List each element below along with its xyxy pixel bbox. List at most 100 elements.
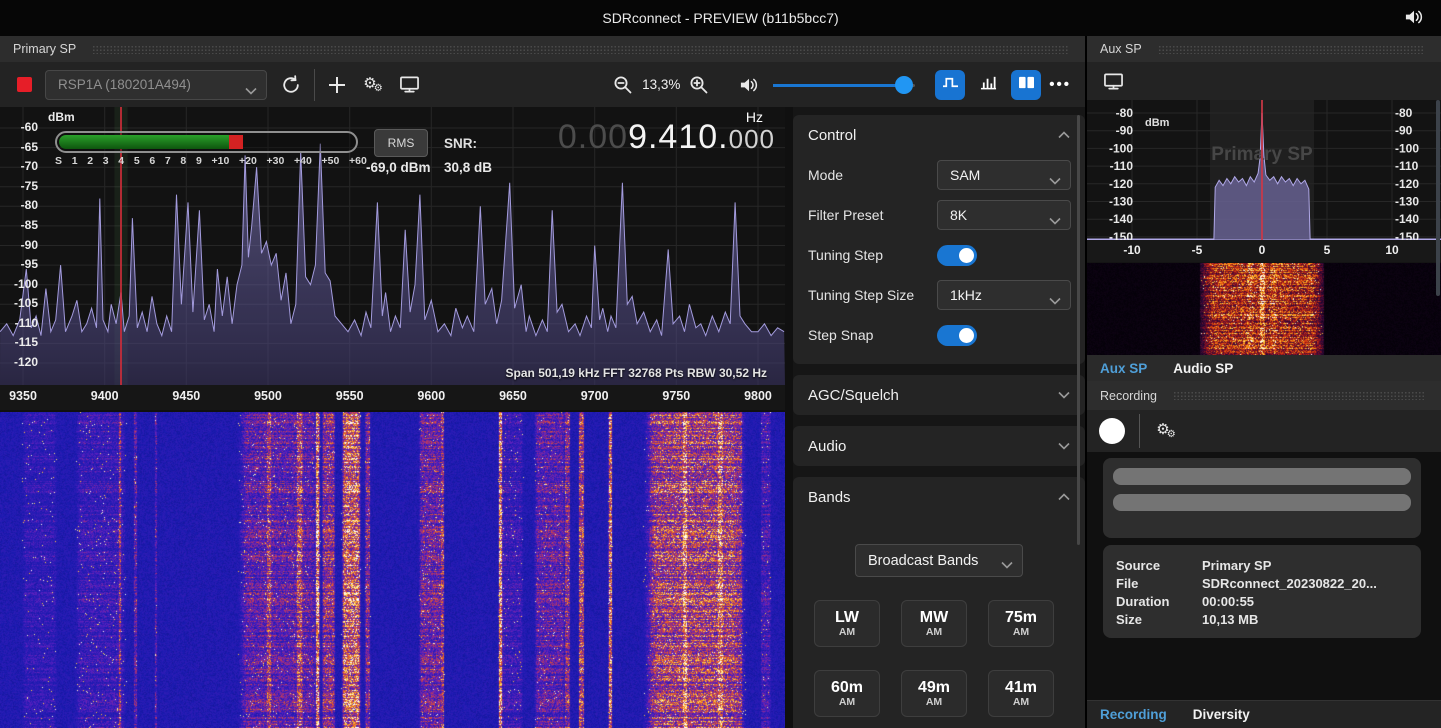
control-row-label: Step Snap xyxy=(808,327,937,343)
svg-text:-80: -80 xyxy=(1116,106,1134,120)
record-button[interactable] xyxy=(1099,418,1125,444)
volume-slider[interactable] xyxy=(773,75,915,95)
audio-header[interactable]: Audio xyxy=(793,426,1085,466)
device-select[interactable]: RSP1A (180201A494) xyxy=(45,70,267,100)
snr-value: 30,8 dB xyxy=(444,160,492,175)
band-button-49m[interactable]: 49mAM xyxy=(901,670,967,717)
detail-value: 10,13 MB xyxy=(1202,612,1258,627)
frequency-tick-label: 9500 xyxy=(254,389,282,403)
volume-thumb[interactable] xyxy=(895,76,913,94)
recording-progress-card xyxy=(1103,458,1421,538)
primary-spectrum-display[interactable]: -60-65-70-75-80-85-90-95-100-105-110-115… xyxy=(0,107,785,385)
db-axis-unit: dBm xyxy=(48,110,75,124)
aux-waterfall[interactable] xyxy=(1087,263,1441,355)
tuning-step-toggle[interactable] xyxy=(937,245,1071,266)
band-button-mw[interactable]: MWAM xyxy=(901,600,967,647)
aux-spectrum-display[interactable]: Primary SP -80-80-90-90-100-100-110-110-… xyxy=(1087,100,1441,240)
band-group-select[interactable]: Broadcast Bands xyxy=(855,544,1023,577)
display-icon[interactable] xyxy=(1099,67,1127,95)
band-name: MW xyxy=(920,609,948,627)
toggle-pill xyxy=(937,325,977,346)
primary-frequency-axis: 9350940094509500955096009650970097509800 xyxy=(0,385,785,410)
band-button-75m[interactable]: 75mAM xyxy=(988,600,1054,647)
s-meter-tick: 9 xyxy=(196,155,202,167)
aux-spectrum-plot[interactable]: -80-80-90-90-100-100-110-110-120-120-130… xyxy=(1087,100,1441,240)
volume-icon[interactable] xyxy=(735,71,763,99)
square-wave-icon xyxy=(941,75,960,95)
aux-bottom-tab-bar: Recording Diversity xyxy=(1087,700,1441,728)
primary-waterfall[interactable] xyxy=(0,412,785,728)
band-button-lw[interactable]: LWAM xyxy=(814,600,880,647)
svg-text:-100: -100 xyxy=(1395,141,1419,155)
s-meter-tick: 7 xyxy=(165,155,171,167)
agc-squelch-header[interactable]: AGC/Squelch xyxy=(793,375,1085,415)
step-mode-button[interactable] xyxy=(935,70,965,100)
s-meter-tick: 1 xyxy=(72,155,78,167)
snr-label: SNR: xyxy=(444,136,477,151)
select-value: 8K xyxy=(950,207,967,223)
band-name: 60m xyxy=(831,679,863,697)
band-name: 49m xyxy=(918,679,950,697)
tuning-step-size-select[interactable]: 1kHz xyxy=(937,280,1071,310)
settings-gears-icon[interactable]: ⚙⚙ xyxy=(1152,417,1180,445)
chevron-down-icon xyxy=(1058,386,1070,404)
s-meter-tick: 3 xyxy=(103,155,109,167)
control-section-header[interactable]: Control xyxy=(793,115,1085,155)
bands-header[interactable]: Bands xyxy=(793,477,1085,517)
frequency-readout[interactable]: Hz 0.00 9.410. 000 xyxy=(558,109,775,161)
zoom-out-icon[interactable] xyxy=(609,71,637,99)
svg-text:-150: -150 xyxy=(1109,230,1133,240)
aux-scrollbar[interactable] xyxy=(1436,100,1440,296)
split-view-button[interactable] xyxy=(1011,70,1041,100)
panel-drag-handle[interactable] xyxy=(92,45,1069,54)
refresh-icon[interactable] xyxy=(277,71,305,99)
tab-audio-sp[interactable]: Audio SP xyxy=(1173,361,1233,376)
primary-panel-title: Primary SP xyxy=(13,42,76,56)
s-meter-tick: 8 xyxy=(180,155,186,167)
panel-drag-handle[interactable] xyxy=(1158,45,1425,54)
s-meter-tick: +10 xyxy=(211,155,229,167)
control-row-mode: ModeSAM xyxy=(793,155,1085,195)
toggle-knob xyxy=(959,248,974,263)
s-meter-tick: +30 xyxy=(266,155,284,167)
filter-preset-select[interactable]: 8K xyxy=(937,200,1071,230)
add-icon[interactable] xyxy=(323,71,351,99)
db-tick-label: -105 xyxy=(0,296,38,310)
settings-gears-icon[interactable]: ⚙⚙ xyxy=(359,71,387,99)
band-button-41m[interactable]: 41mAM xyxy=(988,670,1054,717)
tab-aux-sp[interactable]: Aux SP xyxy=(1100,361,1147,376)
zoom-in-icon[interactable] xyxy=(685,71,713,99)
control-row-tuning-step: Tuning Step xyxy=(793,235,1085,275)
recording-title: Recording xyxy=(1100,389,1157,403)
control-scrollbar[interactable] xyxy=(1077,115,1080,545)
chevron-down-icon xyxy=(1058,437,1070,455)
tab-recording[interactable]: Recording xyxy=(1100,707,1167,722)
audio-output-icon[interactable] xyxy=(1404,8,1426,28)
band-button-60m[interactable]: 60mAM xyxy=(814,670,880,717)
frequency-leading-zeros: 0.00 xyxy=(558,118,628,157)
frequency-tick-label: 9800 xyxy=(744,389,772,403)
s-meter-tick: 6 xyxy=(149,155,155,167)
title-bar: SDRconnect - PREVIEW (b11b5bcc7) xyxy=(0,0,1441,36)
tab-diversity[interactable]: Diversity xyxy=(1193,707,1250,722)
stop-button[interactable] xyxy=(17,77,32,92)
spectrum-view-button[interactable] xyxy=(973,70,1003,100)
panel-drag-handle[interactable] xyxy=(1173,391,1425,400)
step-snap-toggle[interactable] xyxy=(937,325,1071,346)
svg-text:-140: -140 xyxy=(1109,212,1133,226)
rms-button[interactable]: RMS xyxy=(374,129,428,157)
frequency-tick-label: 9450 xyxy=(172,389,200,403)
mode-select[interactable]: SAM xyxy=(937,160,1071,190)
db-tick-label: -120 xyxy=(0,355,38,369)
aux-panel-title: Aux SP xyxy=(1100,42,1142,56)
detail-label: Size xyxy=(1116,612,1202,627)
frequency-tick-label: 9750 xyxy=(662,389,690,403)
control-row-label: Tuning Step Size xyxy=(808,287,937,303)
db-tick-label: -70 xyxy=(0,159,38,173)
toolbar-divider xyxy=(314,69,315,101)
display-icon[interactable] xyxy=(395,71,423,99)
more-options-button[interactable]: ••• xyxy=(1049,76,1071,93)
window-title: SDRconnect - PREVIEW (b11b5bcc7) xyxy=(602,10,838,26)
control-row-filter-preset: Filter Preset8K xyxy=(793,195,1085,235)
bands-grid: LWAM MWAM 75mAM 60mAM 49mAM 41mAM xyxy=(793,577,1085,717)
